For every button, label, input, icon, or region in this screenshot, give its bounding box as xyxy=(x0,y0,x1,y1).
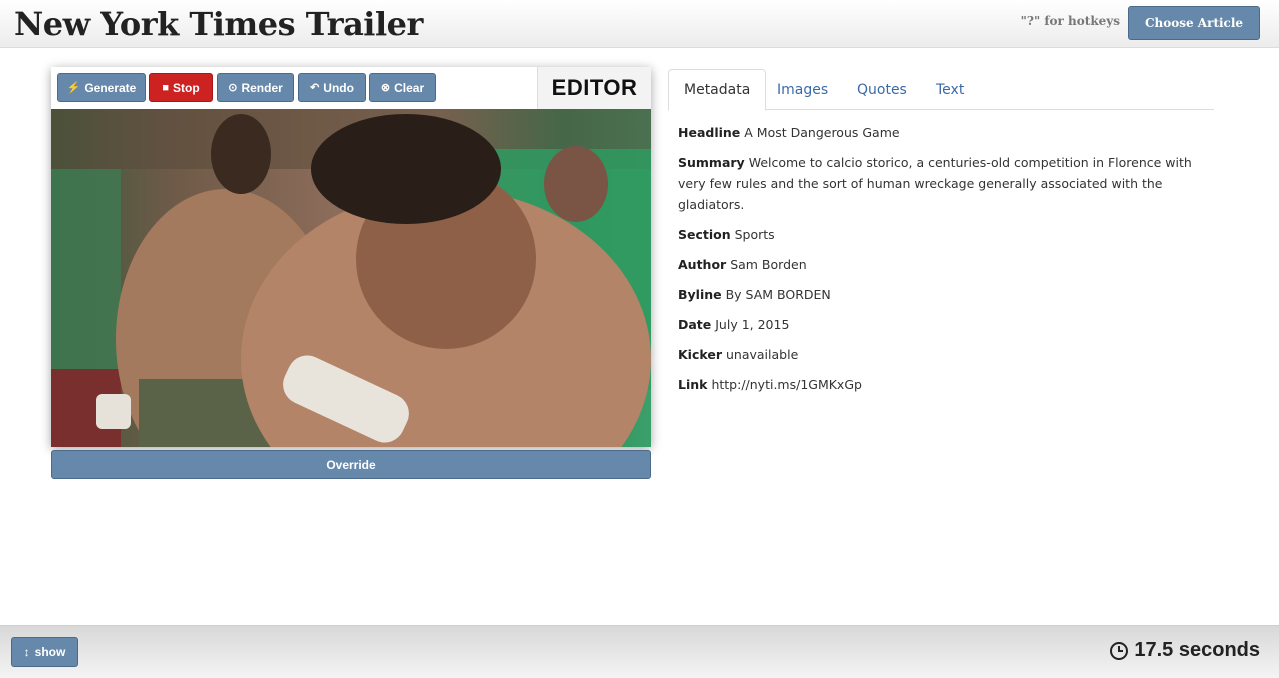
meta-link-key: Link xyxy=(678,377,708,392)
metadata-panel: Headline A Most Dangerous Game Summary W… xyxy=(678,122,1208,404)
meta-summary: Summary Welcome to calcio storico, a cen… xyxy=(678,152,1208,215)
override-button[interactable]: Override xyxy=(51,450,651,479)
timer: 17.5 seconds xyxy=(1109,639,1260,662)
meta-byline-key: Byline xyxy=(678,287,722,302)
tab-metadata[interactable]: Metadata xyxy=(668,69,767,111)
clear-icon: ⊗ xyxy=(380,82,391,94)
meta-headline-key: Headline xyxy=(678,125,741,140)
render-button[interactable]: ⊙ Render xyxy=(217,73,294,102)
record-icon: ⊙ xyxy=(228,82,238,94)
meta-author: Author Sam Borden xyxy=(678,254,1208,275)
article-photo xyxy=(51,109,651,447)
generate-button[interactable]: ⚡ Generate xyxy=(57,73,146,102)
show-button[interactable]: ↕ show xyxy=(11,637,78,667)
hotkeys-hint: "?" for hotkeys xyxy=(1020,14,1120,28)
app-title: New York Times Trailer xyxy=(14,5,423,43)
meta-byline: Byline By SAM BORDEN xyxy=(678,284,1208,305)
meta-date-key: Date xyxy=(678,317,712,332)
article-photo-graphic xyxy=(51,109,651,447)
tab-quotes[interactable]: Quotes xyxy=(842,69,922,110)
editor-toolbar: ⚡ Generate ■ Stop ⊙ Render ↶ Undo ⊗ Clea… xyxy=(51,67,651,109)
meta-summary-key: Summary xyxy=(678,155,745,170)
meta-section-value: Sports xyxy=(734,227,775,242)
undo-label: Undo xyxy=(323,80,354,95)
render-label: Render xyxy=(241,80,283,95)
editor-label: EDITOR xyxy=(537,67,651,109)
meta-date: Date July 1, 2015 xyxy=(678,314,1208,335)
meta-author-value: Sam Borden xyxy=(730,257,807,272)
meta-section: Section Sports xyxy=(678,224,1208,245)
tab-images[interactable]: Images xyxy=(762,69,843,110)
timer-text: 17.5 seconds xyxy=(1134,639,1260,661)
meta-link-value[interactable]: http://nyti.ms/1GMKxGp xyxy=(711,377,862,392)
clear-label: Clear xyxy=(394,80,425,95)
tab-text[interactable]: Text xyxy=(921,69,979,110)
generate-label: Generate xyxy=(84,80,137,95)
stop-icon: ■ xyxy=(162,81,169,94)
tab-bar: Metadata Images Quotes Text xyxy=(668,69,1214,111)
editor-panel: ⚡ Generate ■ Stop ⊙ Render ↶ Undo ⊗ Clea… xyxy=(51,67,651,447)
stop-button[interactable]: ■ Stop xyxy=(149,73,213,102)
choose-article-button[interactable]: Choose Article xyxy=(1128,6,1260,40)
meta-section-key: Section xyxy=(678,227,731,242)
meta-headline: Headline A Most Dangerous Game xyxy=(678,122,1208,143)
meta-headline-value: A Most Dangerous Game xyxy=(744,125,900,140)
clear-button[interactable]: ⊗ Clear xyxy=(369,73,436,102)
vertical-arrows-icon: ↕ xyxy=(23,645,30,659)
meta-summary-value: Welcome to calcio storico, a centuries-o… xyxy=(678,155,1192,212)
app-header: New York Times Trailer "?" for hotkeys C… xyxy=(0,0,1279,48)
meta-author-key: Author xyxy=(678,257,727,272)
meta-kicker-value: unavailable xyxy=(726,347,799,362)
undo-button[interactable]: ↶ Undo xyxy=(298,73,366,102)
meta-kicker: Kicker unavailable xyxy=(678,344,1208,365)
bolt-icon: ⚡ xyxy=(66,82,81,94)
clock-icon xyxy=(1110,641,1129,660)
show-label: show xyxy=(34,645,66,659)
meta-date-value: July 1, 2015 xyxy=(715,317,790,332)
stop-label: Stop xyxy=(172,80,200,95)
meta-kicker-key: Kicker xyxy=(678,347,723,362)
meta-link: Link http://nyti.ms/1GMKxGp xyxy=(678,374,1208,395)
undo-icon: ↶ xyxy=(310,82,320,94)
footer-bar: ↕ show 17.5 seconds xyxy=(0,625,1279,678)
meta-byline-value: By SAM BORDEN xyxy=(725,287,831,302)
